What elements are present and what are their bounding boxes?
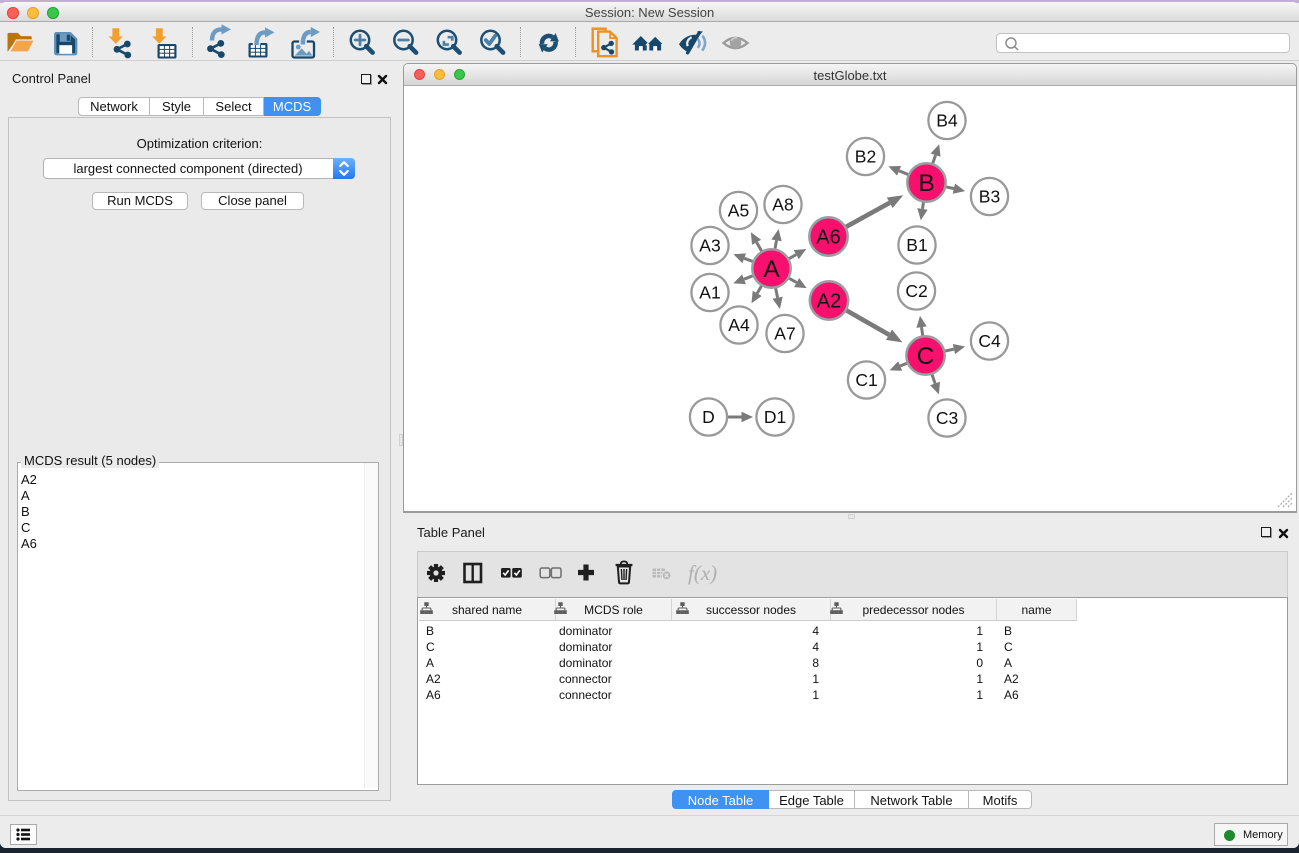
svg-text:A5: A5 (728, 201, 749, 221)
svg-text:D1: D1 (764, 407, 786, 427)
svg-text:B: B (918, 170, 934, 197)
svg-text:A: A (763, 256, 780, 283)
svg-text:A7: A7 (774, 324, 795, 344)
svg-text:C1: C1 (855, 370, 877, 390)
svg-text:B4: B4 (936, 111, 958, 131)
svg-text:A4: A4 (728, 315, 750, 335)
svg-text:A1: A1 (699, 283, 720, 303)
svg-text:A8: A8 (772, 195, 793, 215)
svg-text:C2: C2 (905, 281, 927, 301)
svg-text:A6: A6 (816, 227, 840, 249)
svg-text:C3: C3 (936, 408, 958, 428)
svg-text:B3: B3 (979, 187, 1000, 207)
svg-text:C4: C4 (978, 331, 1001, 351)
svg-text:A3: A3 (699, 236, 720, 256)
svg-text:D: D (702, 407, 715, 427)
svg-text:A2: A2 (817, 291, 841, 313)
svg-text:C: C (917, 343, 935, 370)
svg-text:B1: B1 (906, 235, 927, 255)
svg-text:B2: B2 (855, 147, 876, 167)
